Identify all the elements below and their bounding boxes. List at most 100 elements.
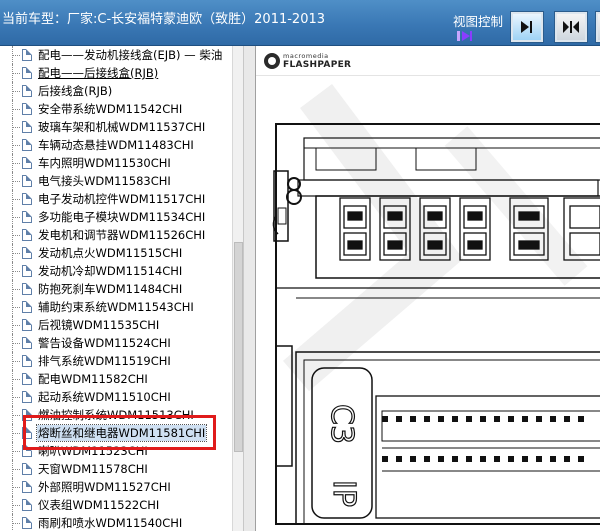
tree-item[interactable]: 安全带系统WDM11542CHI	[0, 100, 232, 118]
tree-connector-branch	[12, 523, 20, 524]
tree-item[interactable]: 车辆动态悬挂WDM11483CHI	[0, 136, 232, 154]
panel-splitter[interactable]	[243, 46, 256, 531]
tree-item[interactable]: 熔断丝和继电器WDM11581CHI	[0, 424, 232, 442]
tree-connector-branch	[12, 199, 20, 200]
tree-item-label: 发电机和调节器WDM11526CHI	[38, 228, 206, 242]
tree-item[interactable]: 仪表组WDM11522CHI	[0, 496, 232, 514]
tree-item-label: 外部照明WDM11527CHI	[38, 480, 171, 494]
document-icon	[22, 481, 32, 493]
tree-connector-branch	[12, 361, 20, 362]
document-icon	[22, 157, 32, 169]
tree-item[interactable]: 防抱死刹车WDM11484CHI	[0, 280, 232, 298]
tree-connector-branch	[12, 469, 20, 470]
tree-item[interactable]: 天窗WDM11578CHI	[0, 460, 232, 478]
document-icon	[22, 355, 32, 367]
tree-connector-branch	[12, 505, 20, 506]
document-icon	[22, 193, 32, 205]
brand-flashpaper: FLASHPAPER	[283, 60, 352, 70]
tree-item[interactable]: 辅助约束系统WDM11543CHI	[0, 298, 232, 316]
document-icon	[22, 319, 32, 331]
tree-item[interactable]: 起动系统WDM11510CHI	[0, 388, 232, 406]
document-icon	[22, 121, 32, 133]
document-icon	[22, 499, 32, 511]
tree-item[interactable]: 多功能电子模块WDM11534CHI	[0, 208, 232, 226]
tree-item[interactable]: 配电——后接线盒(RJB)	[0, 64, 232, 82]
document-icon	[22, 409, 32, 421]
tree-item-label: 发动机点火WDM11515CHI	[38, 246, 183, 260]
tree-scrollbar[interactable]	[232, 46, 243, 531]
tree-item-label: 电子发动机控件WDM11517CHI	[38, 192, 206, 206]
tree-connector-branch	[12, 91, 20, 92]
view-control-label: 视图控制	[453, 14, 504, 29]
tree-item-label: 配电——后接线盒(RJB)	[38, 66, 159, 80]
tree-item-label: 防抱死刹车WDM11484CHI	[38, 282, 183, 296]
tree-connector-branch	[12, 145, 20, 146]
tree-item-label: 仪表组WDM11522CHI	[38, 498, 160, 512]
document-icon	[22, 139, 32, 151]
tree-item-label: 后接线盒(RJB)	[38, 84, 113, 98]
diagram-label-ip: IP	[326, 480, 361, 507]
tree-item-label: 燃油控制系统WDM11513CHI	[38, 408, 194, 422]
tree-item[interactable]: 喇叭WDM11523CHI	[0, 442, 232, 460]
tree-item[interactable]: 玻璃车架和机械WDM11537CHI	[0, 118, 232, 136]
tree-item[interactable]: 车内照明WDM11530CHI	[0, 154, 232, 172]
top-header: 当前车型：厂家:C-长安福特蒙迪欧（致胜）2011-2013 视图控制	[0, 0, 600, 46]
wiring-diagram-tree: 配电——发动机接线盒(EJB) — 柴油 配电——后接线盒(RJB) 后接线盒(RJ…	[0, 46, 232, 531]
tree-connector-branch	[12, 379, 20, 380]
tree-item-label: 发动机冷却WDM11514CHI	[38, 264, 183, 278]
tree-item[interactable]: 雨刷和喷水WDM11540CHI	[0, 514, 232, 531]
tree-item[interactable]: 警告设备WDM11524CHI	[0, 334, 232, 352]
document-icon	[22, 283, 32, 295]
tree-item[interactable]: 配电——发动机接线盒(EJB) — 柴油	[0, 46, 232, 64]
tree-item[interactable]: 配电WDM11582CHI	[0, 370, 232, 388]
tree-item-label: 电气接头WDM11583CHI	[38, 174, 171, 188]
tree-scrollbar-thumb[interactable]	[234, 242, 243, 452]
tree-item-label: 车辆动态悬挂WDM11483CHI	[38, 138, 194, 152]
tree-connector-branch	[12, 487, 20, 488]
split-view-button[interactable]	[554, 11, 588, 43]
tree-connector-branch	[12, 73, 20, 74]
tree-item[interactable]: 燃油控制系统WDM11513CHI	[0, 406, 232, 424]
next-page-button[interactable]	[510, 11, 544, 43]
tree-connector-branch	[12, 163, 20, 164]
tree-item[interactable]: 排气系统WDM11519CHI	[0, 352, 232, 370]
tree-connector-branch	[12, 433, 20, 434]
tree-item[interactable]: 外部照明WDM11527CHI	[0, 478, 232, 496]
diagram-label-c3: C3	[324, 404, 359, 444]
tree-connector-branch	[12, 55, 20, 56]
tree-connector-branch	[12, 127, 20, 128]
flashpaper-toolbar: macromedia FLASHPAPER	[256, 46, 600, 76]
tree-connector-branch	[12, 235, 20, 236]
document-viewer: macromedia FLASHPAPER C3 IP	[256, 46, 600, 531]
tree-item-label: 多功能电子模块WDM11534CHI	[38, 210, 206, 224]
tree-connector-branch	[12, 307, 20, 308]
tree-item[interactable]: 发动机点火WDM11515CHI	[0, 244, 232, 262]
document-icon	[22, 301, 32, 313]
document-icon	[22, 463, 32, 475]
fuse-box-diagram[interactable]: C3 IP	[256, 76, 600, 531]
current-model-title: 当前车型：厂家:C-长安福特蒙迪欧（致胜）2011-2013	[2, 12, 326, 27]
brand-macromedia: macromedia	[283, 52, 329, 60]
more-button[interactable]	[595, 11, 600, 43]
split-arrows-icon	[563, 21, 579, 33]
document-icon	[22, 229, 32, 241]
tree-item[interactable]: 电气接头WDM11583CHI	[0, 172, 232, 190]
tree-connector-branch	[12, 271, 20, 272]
view-mode-icon[interactable]	[456, 29, 474, 43]
document-icon	[22, 175, 32, 187]
tree-item-label: 配电WDM11582CHI	[38, 372, 148, 386]
tree-item[interactable]: 电子发动机控件WDM11517CHI	[0, 190, 232, 208]
tree-item[interactable]: 后接线盒(RJB)	[0, 82, 232, 100]
macromedia-logo-icon	[264, 53, 280, 69]
document-icon	[22, 517, 32, 529]
tree-connector-branch	[12, 289, 20, 290]
document-icon	[22, 103, 32, 115]
document-icon	[22, 211, 32, 223]
tree-item[interactable]: 发电机和调节器WDM11526CHI	[0, 226, 232, 244]
tree-connector-branch	[12, 451, 20, 452]
tree-item-label: 配电——发动机接线盒(EJB) — 柴油	[38, 48, 223, 62]
tree-item[interactable]: 后视镜WDM11535CHI	[0, 316, 232, 334]
tree-item[interactable]: 发动机冷却WDM11514CHI	[0, 262, 232, 280]
tree-item-label: 后视镜WDM11535CHI	[38, 318, 160, 332]
tree-item-label: 雨刷和喷水WDM11540CHI	[38, 516, 183, 530]
